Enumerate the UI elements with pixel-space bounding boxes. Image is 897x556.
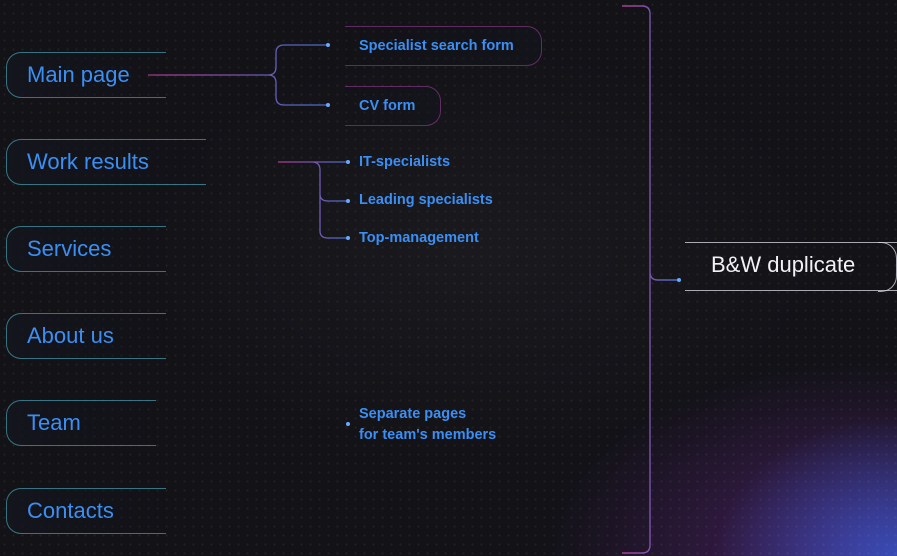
node-team[interactable]: Team (6, 400, 156, 446)
connector-work-results (278, 161, 347, 239)
connector-dot (346, 160, 350, 164)
connector-dot (326, 43, 330, 47)
node-it-specialists[interactable]: IT-specialists (359, 154, 450, 170)
node-leading-specialists[interactable]: Leading specialists (359, 192, 493, 208)
node-cv-form-label: CV form (359, 98, 416, 114)
node-main-page-label: Main page (27, 62, 130, 87)
connector-dot (346, 422, 350, 426)
node-work-results-label: Work results (27, 149, 149, 174)
node-cv-form[interactable]: CV form (345, 86, 441, 126)
node-specialist-search-form[interactable]: Specialist search form (345, 26, 542, 66)
node-bw-duplicate-label: B&W duplicate (711, 252, 856, 277)
connector-main-page (148, 44, 327, 106)
node-main-page[interactable]: Main page (6, 52, 166, 98)
node-top-management[interactable]: Top-management (359, 230, 479, 246)
connector-dot (346, 236, 350, 240)
bracket-all-pages (622, 5, 678, 554)
connector-dot (346, 199, 350, 203)
node-team-pages-line2[interactable]: for team's members (359, 427, 496, 443)
connector-dot (326, 103, 330, 107)
node-contacts-label: Contacts (27, 498, 114, 523)
node-work-results[interactable]: Work results (6, 139, 206, 185)
connector-dot (677, 278, 681, 282)
node-team-pages-line1[interactable]: Separate pages (359, 406, 466, 422)
node-services[interactable]: Services (6, 226, 166, 272)
node-contacts[interactable]: Contacts (6, 488, 166, 534)
node-about-us-label: About us (27, 323, 114, 348)
node-team-label: Team (27, 410, 81, 435)
node-about-us[interactable]: About us (6, 313, 166, 359)
node-specialist-search-form-label: Specialist search form (359, 38, 514, 54)
node-services-label: Services (27, 236, 112, 261)
